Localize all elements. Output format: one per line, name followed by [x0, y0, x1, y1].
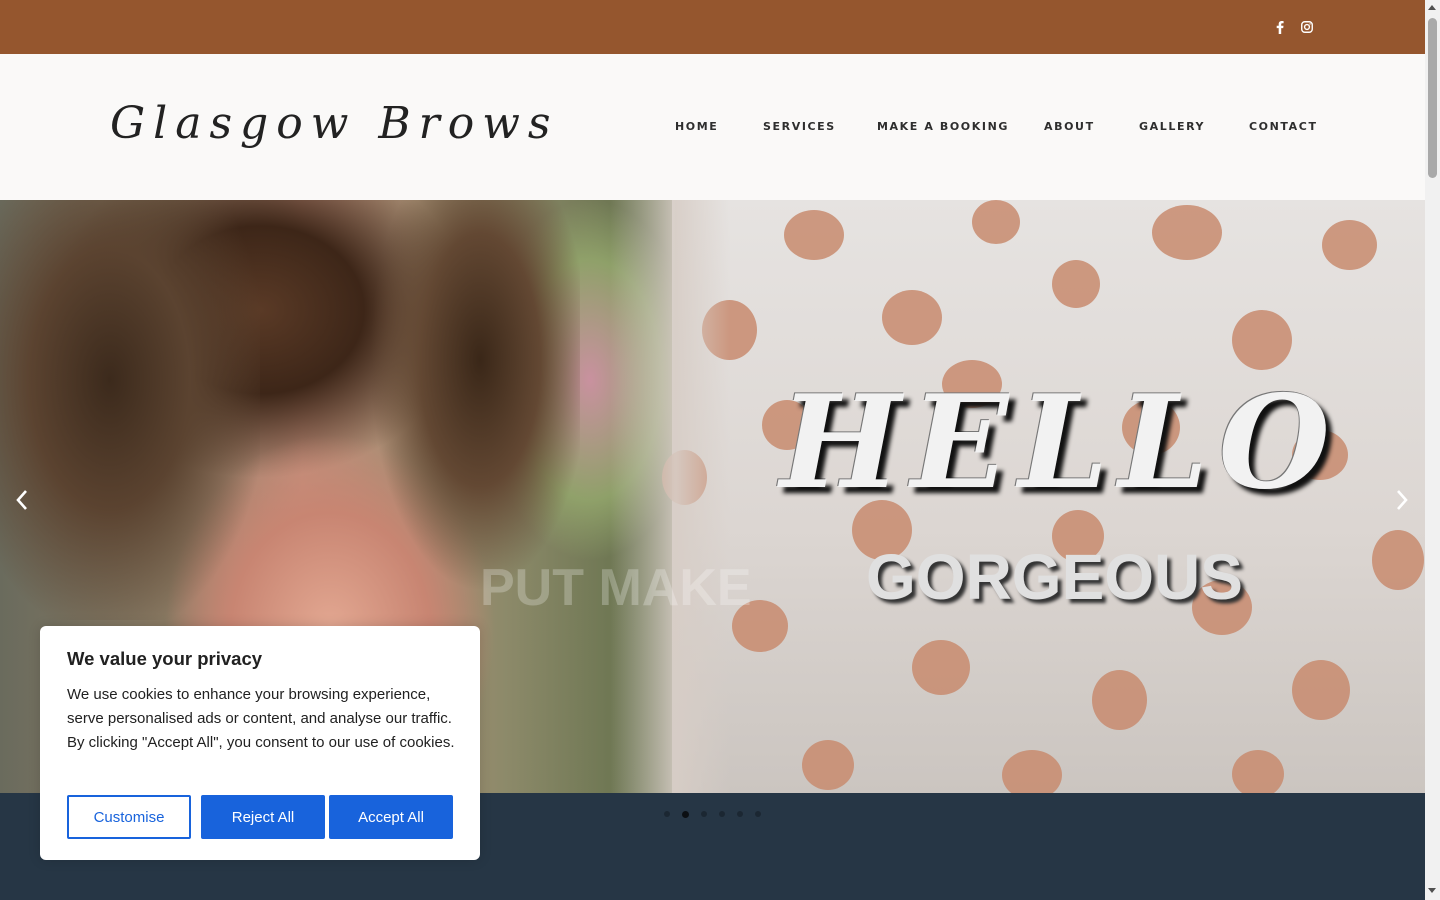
accept-all-button[interactable]: Accept All — [329, 795, 453, 839]
chevron-left-icon[interactable] — [10, 488, 34, 512]
page-scrollbar[interactable] — [1425, 0, 1440, 900]
scroll-up-icon[interactable] — [1428, 5, 1436, 10]
customise-button[interactable]: Customise — [67, 795, 191, 839]
facebook-icon[interactable] — [1273, 18, 1287, 36]
site-logo[interactable]: Glasgow Brows — [110, 98, 558, 149]
hero-headline: HELLO — [780, 368, 1340, 518]
slide-dot[interactable] — [755, 811, 761, 817]
slide-dot[interactable] — [664, 811, 670, 817]
cookie-consent-banner: We value your privacy We use cookies to … — [40, 626, 480, 860]
nav-gallery[interactable]: GALLERY — [1139, 120, 1205, 134]
slide-dot[interactable] — [719, 811, 725, 817]
nav-home[interactable]: HOME — [675, 120, 718, 134]
site-header: Glasgow Brows HOME SERVICES MAKE A BOOKI… — [0, 54, 1425, 200]
hero-subheadline: GORGEOUS — [866, 541, 1243, 613]
instagram-icon[interactable] — [1300, 18, 1314, 36]
scrollbar-thumb[interactable] — [1428, 18, 1437, 178]
slide-dot[interactable] — [701, 811, 707, 817]
cookie-description: We use cookies to enhance your browsing … — [67, 686, 455, 751]
cookie-title: We value your privacy — [67, 648, 263, 669]
chevron-right-icon[interactable] — [1390, 488, 1414, 512]
nav-services[interactable]: SERVICES — [763, 120, 836, 134]
hero-ghost-text: PUT MAKE — [480, 559, 752, 617]
nav-make-a-booking[interactable]: MAKE A BOOKING — [877, 120, 1009, 134]
nav-about[interactable]: ABOUT — [1044, 120, 1095, 134]
slide-dot[interactable] — [737, 811, 743, 817]
nav-contact[interactable]: CONTACT — [1249, 120, 1318, 134]
scroll-down-icon[interactable] — [1428, 888, 1436, 893]
reject-all-button[interactable]: Reject All — [201, 795, 325, 839]
top-bar — [0, 0, 1425, 54]
slider-pagination — [664, 810, 761, 818]
slide-dot-active[interactable] — [682, 810, 689, 818]
